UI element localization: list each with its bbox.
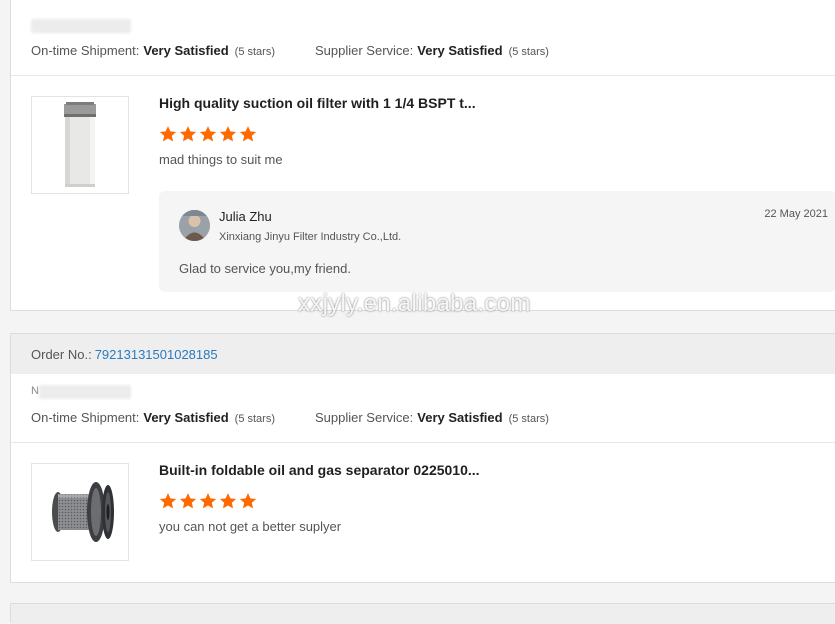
reply-company: Xinxiang Jinyu Filter Industry Co.,Ltd. bbox=[219, 231, 402, 243]
shipment-label: On-time Shipment: bbox=[31, 43, 140, 58]
star-icon bbox=[159, 493, 177, 509]
star-icon bbox=[239, 126, 257, 142]
review-card: On-time Shipment: Very Satisfied (5 stars)… bbox=[10, 0, 835, 311]
service-value: Very Satisfied bbox=[417, 410, 503, 425]
review-text: you can not get a better suplyer bbox=[159, 519, 342, 534]
star-icon bbox=[219, 126, 237, 142]
star-icon bbox=[239, 493, 257, 509]
star-rating bbox=[159, 492, 257, 510]
reply-date: 22 May 2021 bbox=[764, 208, 828, 220]
buyer-name-blurred bbox=[39, 385, 131, 399]
service-stars-text: (5 stars) bbox=[508, 413, 549, 425]
shipment-value: Very Satisfied bbox=[143, 43, 229, 58]
star-icon bbox=[179, 493, 197, 509]
shipment-stars-text: (5 stars) bbox=[234, 413, 275, 425]
order-number-link[interactable]: 79213131501028185 bbox=[95, 347, 218, 362]
review-text: mad things to suit me bbox=[159, 152, 283, 167]
star-rating bbox=[159, 125, 257, 143]
buyer-initial: N bbox=[31, 385, 39, 397]
watermark: xxjyly.en.alibaba.com bbox=[298, 290, 531, 317]
service-label: Supplier Service: bbox=[315, 43, 414, 58]
order-header bbox=[11, 604, 835, 624]
star-icon bbox=[219, 493, 237, 509]
reply-text: Glad to service you,my friend. bbox=[179, 261, 351, 276]
avatar bbox=[179, 210, 210, 241]
shipment-label: On-time Shipment: bbox=[31, 410, 140, 425]
star-icon bbox=[179, 126, 197, 142]
product-title-link[interactable]: High quality suction oil filter with 1 1… bbox=[159, 95, 476, 111]
supplier-reply: Julia Zhu Xinxiang Jinyu Filter Industry… bbox=[159, 191, 835, 292]
ratings-row: On-time Shipment: Very Satisfied (5 stars)… bbox=[31, 410, 589, 425]
oil-separator-image bbox=[52, 482, 114, 542]
order-label: Order No.: bbox=[31, 346, 92, 362]
shipment-stars-text: (5 stars) bbox=[234, 46, 275, 58]
product-title-link[interactable]: Built-in foldable oil and gas separator … bbox=[159, 462, 480, 478]
buyer-name-blurred bbox=[31, 19, 131, 33]
product-thumbnail[interactable] bbox=[31, 96, 129, 194]
star-icon bbox=[199, 126, 217, 142]
product-thumbnail[interactable] bbox=[31, 463, 129, 561]
star-icon bbox=[159, 126, 177, 142]
service-value: Very Satisfied bbox=[417, 43, 503, 58]
review-card bbox=[10, 603, 835, 624]
star-icon bbox=[199, 493, 217, 509]
reply-author: Julia Zhu bbox=[219, 209, 272, 224]
order-header: Order No.: 79213131501028185 bbox=[11, 334, 835, 374]
ratings-row: On-time Shipment: Very Satisfied (5 stars)… bbox=[31, 43, 589, 58]
divider bbox=[11, 442, 835, 443]
service-label: Supplier Service: bbox=[315, 410, 414, 425]
service-stars-text: (5 stars) bbox=[508, 46, 549, 58]
shipment-value: Very Satisfied bbox=[143, 410, 229, 425]
divider bbox=[11, 75, 835, 76]
suction-filter-image bbox=[64, 102, 96, 187]
review-card: Order No.: 79213131501028185 N On-time S… bbox=[10, 333, 835, 583]
